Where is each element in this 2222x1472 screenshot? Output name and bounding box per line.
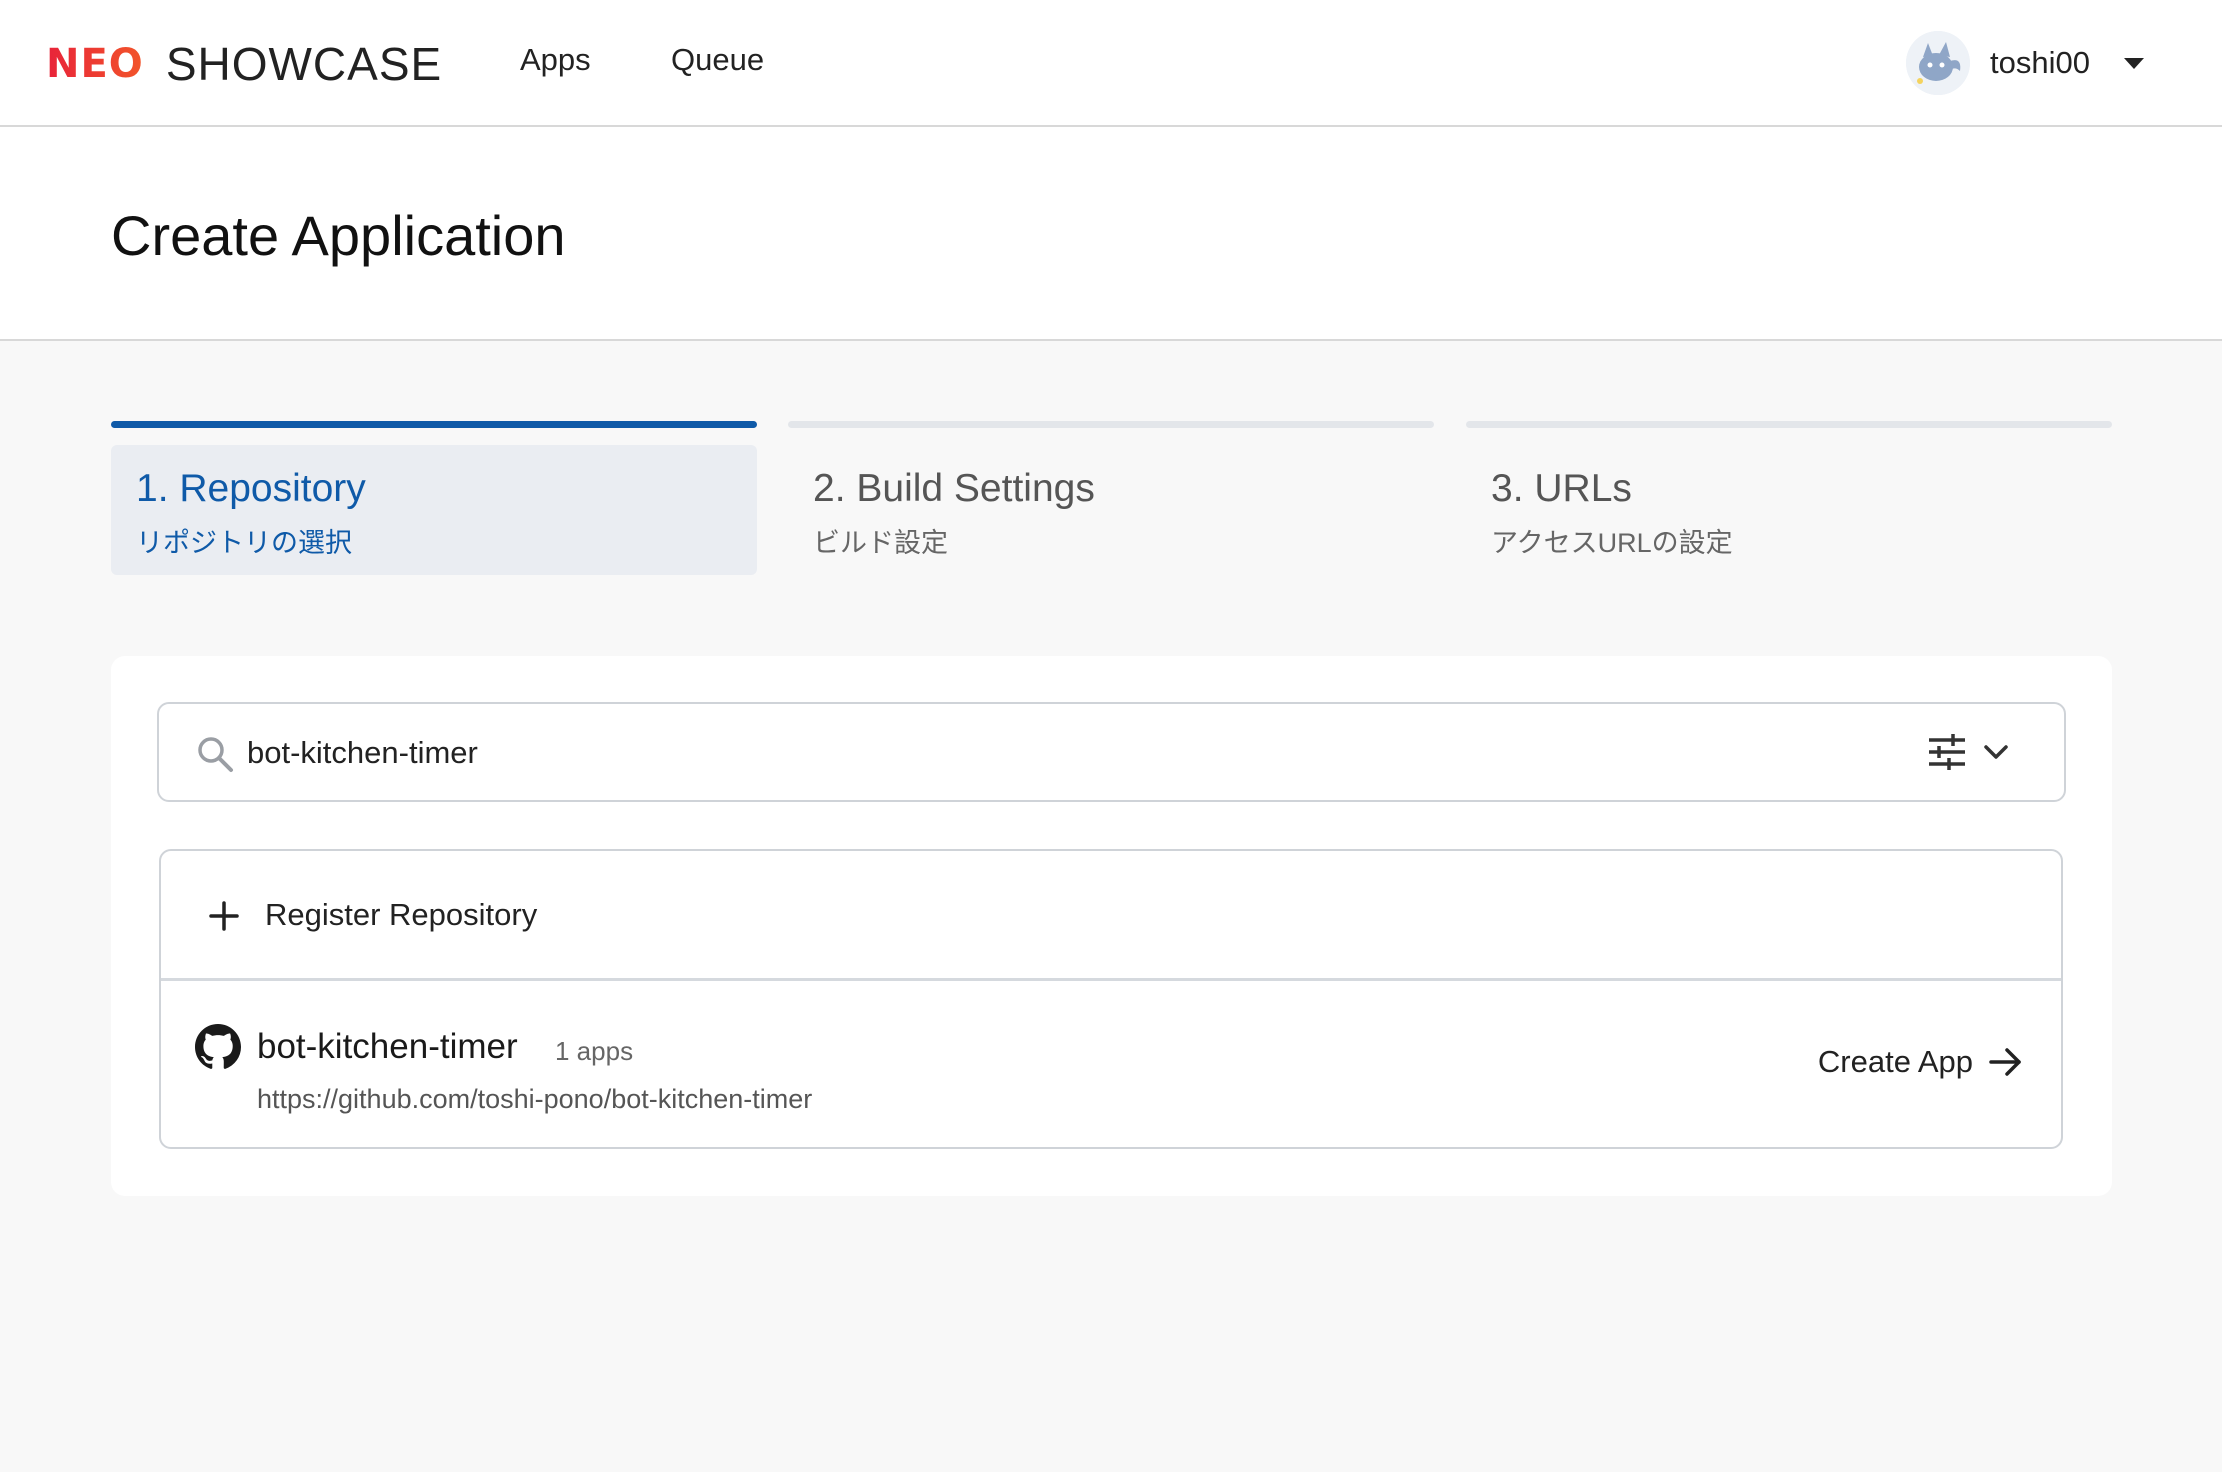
- search-input[interactable]: [247, 724, 1847, 782]
- step-repository[interactable]: 1. Repository リポジトリの選択: [111, 421, 757, 575]
- search-bar: [157, 702, 2066, 802]
- repository-card: Register Repository bot-kitchen-timer 1 …: [111, 656, 2112, 1196]
- avatar-image: [1906, 31, 1970, 95]
- sliders-icon: [1929, 734, 1965, 770]
- step-build-settings[interactable]: 2. Build Settings ビルド設定: [788, 421, 1434, 575]
- step-progress-bar: [1466, 421, 2112, 428]
- arrow-right-icon: [1989, 1048, 2021, 1076]
- nav-link-queue[interactable]: Queue: [671, 42, 764, 78]
- logo-showcase-text: SHOWCASE: [165, 38, 443, 90]
- register-repository-label: Register Repository: [265, 897, 538, 932]
- app-logo[interactable]: NEO SHOWCASE: [46, 36, 442, 92]
- page-title: Create Application: [111, 204, 566, 267]
- create-app-button[interactable]: Create App: [1818, 1044, 2023, 1080]
- list-item[interactable]: bot-kitchen-timer 1 apps https://github.…: [161, 984, 2061, 1147]
- user-menu[interactable]: toshi00: [1906, 30, 2144, 96]
- step-box: 1. Repository リポジトリの選択: [111, 445, 757, 575]
- step-title: 2. Build Settings: [813, 467, 1095, 510]
- chevron-down-icon: [1984, 745, 2008, 759]
- step-subtitle: アクセスURLの設定: [1491, 528, 1733, 558]
- search-icon: [198, 737, 233, 772]
- repository-app-count: 1 apps: [555, 1036, 634, 1066]
- username: toshi00: [1990, 45, 2090, 80]
- step-title: 3. URLs: [1491, 467, 1632, 510]
- step-progress-bar: [788, 421, 1434, 428]
- repository-url: https://github.com/toshi-pono/bot-kitche…: [257, 1084, 813, 1114]
- avatar: [1906, 31, 1970, 95]
- step-box: 3. URLs アクセスURLの設定: [1466, 445, 2112, 575]
- register-repository-button[interactable]: Register Repository: [161, 851, 2061, 981]
- step-title: 1. Repository: [136, 467, 366, 510]
- step-box: 2. Build Settings ビルド設定: [788, 445, 1434, 575]
- step-subtitle: ビルド設定: [813, 528, 948, 558]
- github-icon: [195, 1024, 241, 1069]
- top-navbar: NEO SHOWCASE Apps Queue toshi00: [0, 0, 2222, 127]
- step-progress-bar: [111, 421, 757, 428]
- caret-down-icon: [2123, 57, 2144, 69]
- nav-link-apps[interactable]: Apps: [520, 42, 591, 78]
- step-urls[interactable]: 3. URLs アクセスURLの設定: [1466, 421, 2112, 575]
- filter-button[interactable]: [1927, 734, 2009, 770]
- repository-name: bot-kitchen-timer: [257, 1027, 518, 1066]
- create-app-label: Create App: [1817, 1044, 1973, 1079]
- repository-list: Register Repository bot-kitchen-timer 1 …: [159, 849, 2063, 1149]
- step-subtitle: リポジトリの選択: [136, 528, 352, 558]
- plus-icon: [209, 901, 239, 931]
- page-header: Create Application: [0, 127, 2222, 341]
- logo-neo-text: NEO: [46, 41, 144, 87]
